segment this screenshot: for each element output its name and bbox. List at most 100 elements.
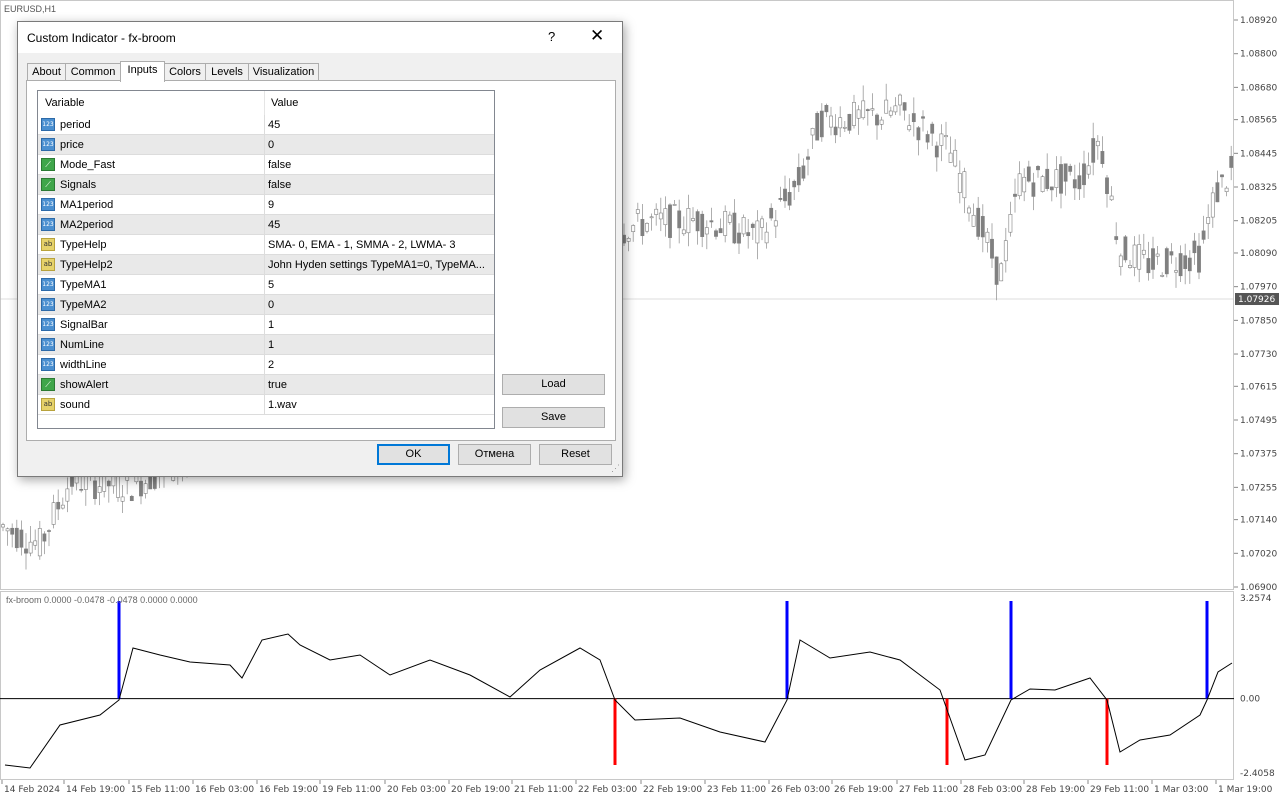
- candle-body: [1118, 255, 1123, 268]
- tab-inputs[interactable]: Inputs: [120, 61, 165, 82]
- help-button[interactable]: ?: [548, 29, 555, 44]
- candle-body: [668, 204, 672, 238]
- candle-body: [1063, 163, 1068, 182]
- variable-value[interactable]: 45: [268, 219, 490, 231]
- candle-body: [806, 156, 810, 160]
- candle-body: [1114, 236, 1119, 240]
- close-icon[interactable]: ✕: [590, 26, 604, 46]
- tab-about[interactable]: About: [27, 63, 66, 81]
- candle-body: [1164, 248, 1169, 275]
- candle-body: [1215, 182, 1220, 203]
- candle-body: [631, 225, 636, 232]
- price-axis-label: 1.07850: [1240, 316, 1277, 326]
- variable-value[interactable]: 2: [268, 359, 490, 371]
- variable-value[interactable]: 9: [268, 199, 490, 211]
- variable-value[interactable]: false: [268, 179, 490, 191]
- table-row[interactable]: ⟋ Signals false: [38, 175, 494, 195]
- candle-body: [796, 167, 801, 186]
- table-row[interactable]: 123 MA2period 45: [38, 215, 494, 235]
- candle-body: [1031, 182, 1036, 197]
- variable-value[interactable]: true: [268, 379, 490, 391]
- variable-name: SignalBar: [60, 319, 108, 331]
- variable-value[interactable]: 1: [268, 319, 490, 331]
- time-axis-label: 15 Feb 11:00: [131, 785, 190, 795]
- table-row[interactable]: ⟋ Mode_Fast false: [38, 155, 494, 175]
- save-button[interactable]: Save: [502, 407, 605, 428]
- column-divider: [264, 135, 265, 155]
- variable-name: TypeMA2: [60, 299, 107, 311]
- table-row[interactable]: ab TypeHelp SMA- 0, EMA - 1, SMMA - 2, LWM…: [38, 235, 494, 255]
- variable-value[interactable]: SMA- 0, EMA - 1, SMMA - 2, LWMA- 3: [268, 239, 490, 251]
- candle-body: [870, 108, 875, 111]
- column-header-variable[interactable]: Variable: [45, 97, 85, 109]
- variable-value[interactable]: 1: [268, 339, 490, 351]
- current-price-label: 1.07926: [1238, 295, 1275, 305]
- variable-value[interactable]: 0: [268, 299, 490, 311]
- candle-body: [139, 480, 143, 497]
- variable-value[interactable]: 45: [268, 119, 490, 131]
- column-header-value[interactable]: Value: [271, 97, 298, 109]
- inputs-panel: Variable Value 123 period 45 123 price 0 ⟋ Mode…: [26, 80, 616, 441]
- candle-body: [1146, 258, 1151, 274]
- candle-body: [1109, 195, 1114, 201]
- price-axis-label: 1.08565: [1240, 116, 1277, 126]
- candle-body: [626, 238, 631, 242]
- candle-body: [649, 216, 654, 219]
- table-row[interactable]: 123 SignalBar 1: [38, 315, 494, 335]
- candle-body: [916, 127, 921, 141]
- candle-body: [1017, 173, 1022, 197]
- variable-value[interactable]: 0: [268, 139, 490, 151]
- dialog-titlebar[interactable]: Custom Indicator - fx-broom ? ✕: [18, 22, 622, 53]
- candle-body: [19, 529, 24, 548]
- time-axis-label: 16 Feb 19:00: [259, 785, 318, 795]
- variable-name: widthLine: [60, 359, 107, 371]
- time-axis-label: 21 Feb 11:00: [514, 785, 573, 795]
- price-axis-label: 1.07730: [1240, 350, 1277, 360]
- tab-visualization[interactable]: Visualization: [248, 63, 319, 81]
- variable-value[interactable]: 1.wav: [268, 399, 490, 411]
- resize-grip-icon[interactable]: ⋰: [611, 463, 620, 474]
- ok-button[interactable]: OK: [377, 444, 450, 465]
- variable-value[interactable]: false: [268, 159, 490, 171]
- table-header: Variable Value: [38, 91, 494, 115]
- candle-body: [672, 204, 677, 206]
- variable-value[interactable]: John Hyden settings TypeMA1=0, TypeMA...: [268, 259, 490, 271]
- load-button[interactable]: Load: [502, 374, 605, 395]
- candle-body: [1229, 155, 1234, 168]
- candle-body: [1100, 151, 1105, 165]
- integer-type-icon: 123: [41, 218, 55, 231]
- table-row[interactable]: 123 MA1period 9: [38, 195, 494, 215]
- candle-body: [1174, 270, 1178, 273]
- price-axis-label: 1.07615: [1240, 382, 1277, 392]
- candle-body: [1210, 192, 1215, 218]
- variable-value[interactable]: 5: [268, 279, 490, 291]
- table-row[interactable]: 123 period 45: [38, 115, 494, 135]
- table-row[interactable]: ⟋ showAlert true: [38, 375, 494, 395]
- string-type-icon: ab: [41, 238, 55, 251]
- candle-body: [967, 207, 971, 214]
- candle-body: [709, 220, 714, 223]
- tab-colors[interactable]: Colors: [164, 63, 206, 81]
- candle-body: [1137, 244, 1142, 270]
- candle-body: [999, 263, 1004, 282]
- table-row[interactable]: 123 widthLine 2: [38, 355, 494, 375]
- cancel-button[interactable]: Отмена: [458, 444, 531, 465]
- reset-button[interactable]: Reset: [539, 444, 612, 465]
- tab-common[interactable]: Common: [65, 63, 121, 81]
- table-row[interactable]: 123 price 0: [38, 135, 494, 155]
- candle-body: [921, 116, 925, 119]
- candle-body: [1169, 251, 1174, 256]
- candle-body: [957, 173, 962, 193]
- table-row[interactable]: 123 TypeMA2 0: [38, 295, 494, 315]
- table-row[interactable]: ab TypeHelp2 John Hyden settings TypeMA1=0…: [38, 255, 494, 275]
- column-divider: [264, 175, 265, 195]
- tab-levels[interactable]: Levels: [205, 63, 249, 81]
- candle-body: [1026, 166, 1031, 182]
- table-row[interactable]: ab sound 1.wav: [38, 395, 494, 415]
- column-divider: [264, 375, 265, 395]
- table-row[interactable]: 123 NumLine 1: [38, 335, 494, 355]
- candle-body: [1192, 240, 1197, 254]
- candle-body: [764, 231, 769, 244]
- table-row[interactable]: 123 TypeMA1 5: [38, 275, 494, 295]
- integer-type-icon: 123: [41, 138, 55, 151]
